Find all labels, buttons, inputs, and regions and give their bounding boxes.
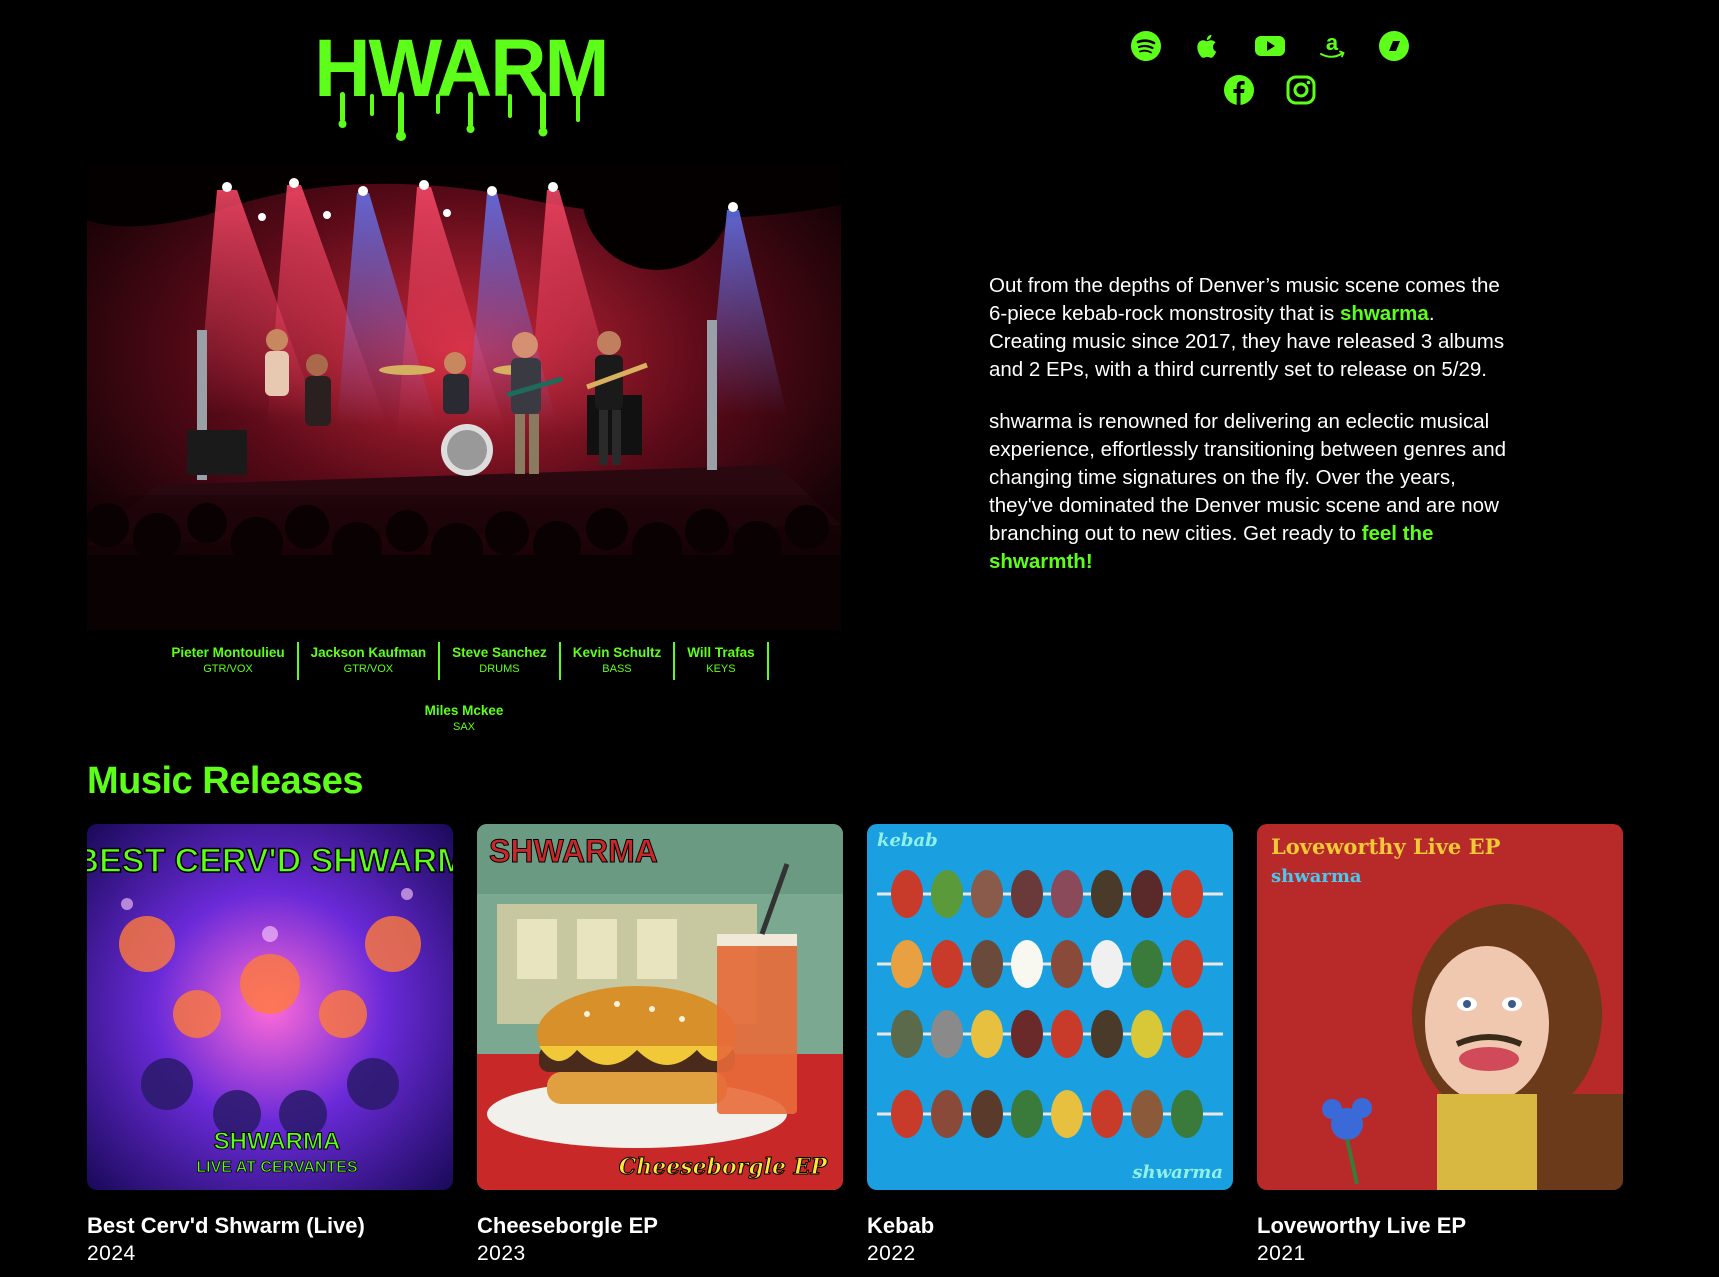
band-members: Pieter Montoulieu GTR/VOX Jackson Kaufma…	[87, 642, 841, 738]
bandcamp-icon[interactable]	[1378, 30, 1410, 62]
release-card: SHWARMA Cheeseborgle EP Cheeseborgle EP …	[477, 824, 843, 1268]
amazon-icon[interactable]: a	[1316, 30, 1348, 62]
album-cover-kebab[interactable]: kebab shwarma	[867, 824, 1233, 1190]
release-card: kebab shwarma Kebab 2022	[867, 824, 1233, 1268]
apple-icon[interactable]	[1192, 30, 1224, 62]
album-cover-cheeseborgle[interactable]: SHWARMA Cheeseborgle EP	[477, 824, 843, 1190]
youtube-icon[interactable]	[1254, 30, 1286, 62]
member-miles[interactable]: Miles Mckee SAX	[413, 700, 516, 738]
member-kevin[interactable]: Kevin Schultz BASS	[561, 642, 676, 680]
cover-subtitle-text: LIVE AT CERVANTES	[196, 1159, 358, 1176]
release-title[interactable]: Cheeseborgle EP	[477, 1212, 843, 1240]
release-year: 2024	[87, 1242, 136, 1265]
logo-text: SHWARMA	[318, 22, 608, 113]
music-releases-heading: Music Releases	[87, 760, 364, 802]
release-title[interactable]: Kebab	[867, 1212, 1233, 1240]
svg-text:a: a	[1326, 30, 1339, 55]
member-role: KEYS	[706, 663, 736, 675]
cover-band-text: SHWARMA	[489, 833, 658, 869]
cover-title-text: kebab	[877, 830, 938, 851]
member-name: Steve Sanchez	[452, 645, 547, 660]
social-links: a	[1090, 30, 1450, 118]
cover-title-text: Loveworthy Live EP	[1271, 834, 1501, 859]
facebook-icon[interactable]	[1223, 74, 1255, 106]
band-live-photo	[87, 165, 841, 630]
bio-highlight: shwarma	[1339, 302, 1429, 325]
member-will[interactable]: Will Trafas KEYS	[675, 642, 769, 680]
release-year: 2021	[1257, 1242, 1306, 1265]
cover-band-text: SHWARMA	[214, 1128, 341, 1155]
release-year: 2022	[867, 1242, 916, 1265]
member-role: GTR/VOX	[203, 663, 253, 675]
page: SHWARMA	[0, 0, 1719, 1277]
album-cover-best-cervd-shwarm[interactable]: BEST CERV'D SHWARM SHWARMA LIVE AT CERVA…	[87, 824, 453, 1190]
member-name: Pieter Montoulieu	[171, 645, 285, 660]
release-title[interactable]: Best Cerv'd Shwarm (Live)	[87, 1212, 453, 1240]
release-card: BEST CERV'D SHWARM SHWARMA LIVE AT CERVA…	[87, 824, 453, 1268]
spotify-icon[interactable]	[1130, 30, 1162, 62]
member-name: Will Trafas	[687, 645, 755, 660]
member-steve[interactable]: Steve Sanchez DRUMS	[440, 642, 561, 680]
member-pieter[interactable]: Pieter Montoulieu GTR/VOX	[159, 642, 299, 680]
member-name: Jackson Kaufman	[310, 645, 427, 660]
releases-grid: BEST CERV'D SHWARM SHWARMA LIVE AT CERVA…	[87, 824, 1623, 1268]
cover-title-text: BEST CERV'D SHWARM	[87, 842, 453, 880]
cover-band-text: shwarma	[1131, 1162, 1223, 1183]
album-cover-loveworthy[interactable]: Loveworthy Live EP shwarma	[1257, 824, 1623, 1190]
release-card: Loveworthy Live EP shwarma Loveworthy Li…	[1257, 824, 1623, 1268]
band-logo[interactable]: SHWARMA	[264, 12, 664, 142]
bio-paragraph-1: Out from the depths of Denver’s music sc…	[989, 272, 1509, 384]
release-year: 2023	[477, 1242, 526, 1265]
member-role: SAX	[452, 721, 475, 733]
member-role: BASS	[602, 663, 632, 675]
instagram-icon[interactable]	[1285, 74, 1317, 106]
band-bio: Out from the depths of Denver’s music sc…	[989, 272, 1509, 600]
member-name: Kevin Schultz	[572, 645, 662, 660]
member-role: GTR/VOX	[343, 663, 394, 675]
member-name: Miles Mckee	[424, 703, 504, 718]
bio-paragraph-2: shwarma is renowned for delivering an ec…	[989, 408, 1509, 576]
member-jackson[interactable]: Jackson Kaufman GTR/VOX	[299, 642, 441, 680]
cover-band-text: shwarma	[1271, 866, 1362, 887]
release-title[interactable]: Loveworthy Live EP	[1257, 1212, 1623, 1240]
member-role: DRUMS	[479, 663, 520, 675]
cover-title-text: Cheeseborgle EP	[619, 1154, 829, 1180]
